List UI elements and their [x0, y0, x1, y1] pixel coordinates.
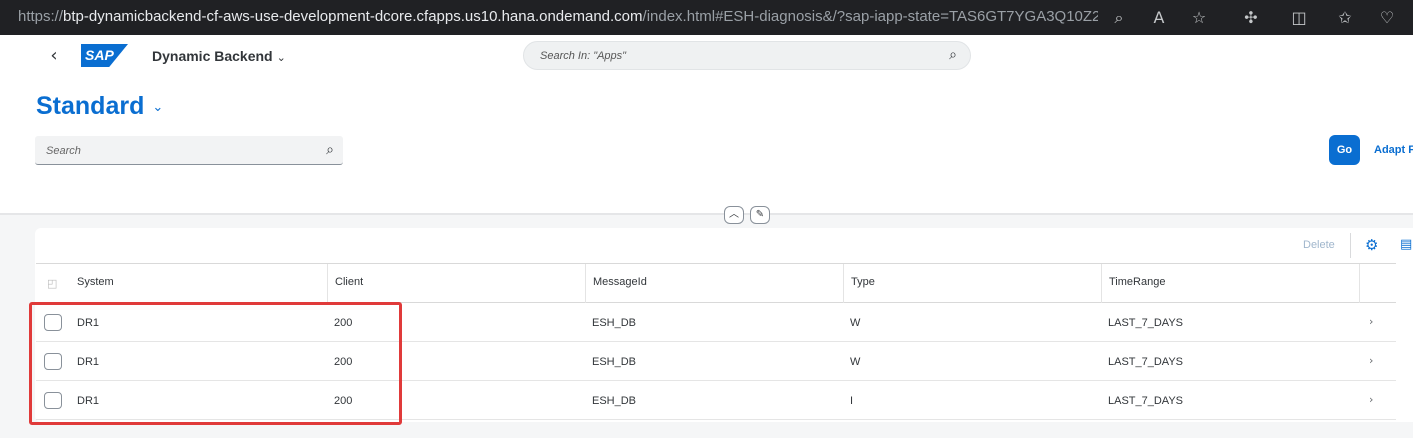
url-path: /index.html#ESH-diagnosis&/?sap-iapp-sta… — [642, 8, 1098, 25]
adapt-filters-button[interactable]: Adapt Filters — [1374, 144, 1413, 156]
cell-messageid: ESH_DB — [592, 317, 637, 329]
header-divider — [0, 213, 1413, 215]
search-icon[interactable]: ⌕ — [326, 142, 334, 158]
app-title: Dynamic Backend — [152, 48, 273, 64]
pin-header-icon[interactable]: ✎ — [750, 206, 770, 224]
select-all-icon[interactable]: ◰ — [47, 277, 57, 290]
cell-type: W — [850, 356, 861, 368]
shell-bar: ‹ SAP Dynamic Backend ⌄ Search In: "Apps"… — [0, 35, 1413, 214]
chevron-down-icon: ⌄ — [152, 99, 164, 115]
chevron-right-icon[interactable]: › — [1369, 315, 1373, 328]
cell-messageid: ESH_DB — [592, 395, 637, 407]
chevron-down-icon: ⌄ — [276, 52, 286, 64]
go-button[interactable]: Go — [1329, 135, 1360, 165]
cell-type: W — [850, 317, 861, 329]
global-search-field[interactable]: Search In: "Apps" ⌕ — [523, 41, 971, 70]
filter-search-input[interactable]: Search ⌕ — [35, 136, 343, 165]
sap-logo[interactable]: SAP — [81, 44, 128, 67]
zoom-icon[interactable]: ⌕ — [1108, 7, 1130, 29]
column-header-nav — [1359, 264, 1396, 303]
back-icon[interactable]: ‹ — [44, 45, 64, 66]
extensions-icon[interactable]: ✣ — [1240, 7, 1262, 29]
url-scheme: https:// — [18, 8, 64, 25]
column-header-system[interactable]: System — [70, 264, 328, 303]
address-bar[interactable]: https://btp-dynamicbackend-cf-aws-use-de… — [18, 8, 1098, 25]
favorite-star-icon[interactable]: ☆ — [1188, 7, 1210, 29]
cell-type: I — [850, 395, 854, 407]
cell-timerange: LAST_7_DAYS — [1108, 356, 1184, 368]
chevron-right-icon[interactable]: › — [1369, 393, 1373, 406]
column-header-type[interactable]: Type — [843, 264, 1101, 303]
cell-timerange: LAST_7_DAYS — [1108, 395, 1184, 407]
filter-search-placeholder: Search — [46, 145, 81, 157]
search-icon[interactable]: ⌕ — [949, 47, 957, 63]
global-search-placeholder: Search In: "Apps" — [540, 50, 627, 62]
column-header-client[interactable]: Client — [327, 264, 585, 303]
url-host: btp-dynamicbackend-cf-aws-use-developmen… — [63, 8, 643, 25]
collapse-header-icon[interactable]: ︿ — [724, 206, 744, 224]
chevron-right-icon[interactable]: › — [1369, 354, 1373, 367]
variant-title: Standard — [36, 92, 145, 120]
health-icon[interactable]: ♡ — [1376, 7, 1398, 29]
browser-toolbar: https://btp-dynamicbackend-cf-aws-use-de… — [0, 0, 1413, 35]
column-header-messageid[interactable]: MessageId — [585, 264, 843, 303]
column-header-timerange[interactable]: TimeRange — [1101, 264, 1359, 303]
delete-button[interactable]: Delete — [1303, 239, 1335, 251]
read-aloud-icon[interactable]: A — [1148, 7, 1170, 29]
favorites-icon[interactable]: ✩ — [1334, 7, 1356, 29]
cell-messageid: ESH_DB — [592, 356, 637, 368]
export-icon[interactable]: ▤ — [1400, 237, 1412, 252]
settings-gear-icon[interactable]: ⚙ — [1365, 236, 1378, 254]
table-header: ◰ System Client MessageId Type TimeRange — [36, 263, 1396, 303]
variant-selector[interactable]: Standard ⌄ — [36, 92, 163, 121]
cell-timerange: LAST_7_DAYS — [1108, 317, 1184, 329]
toolbar-separator — [1350, 233, 1351, 258]
app-title-menu[interactable]: Dynamic Backend ⌄ — [152, 48, 286, 64]
annotation-highlight-box — [29, 302, 402, 425]
split-screen-icon[interactable]: ◫ — [1288, 7, 1310, 29]
